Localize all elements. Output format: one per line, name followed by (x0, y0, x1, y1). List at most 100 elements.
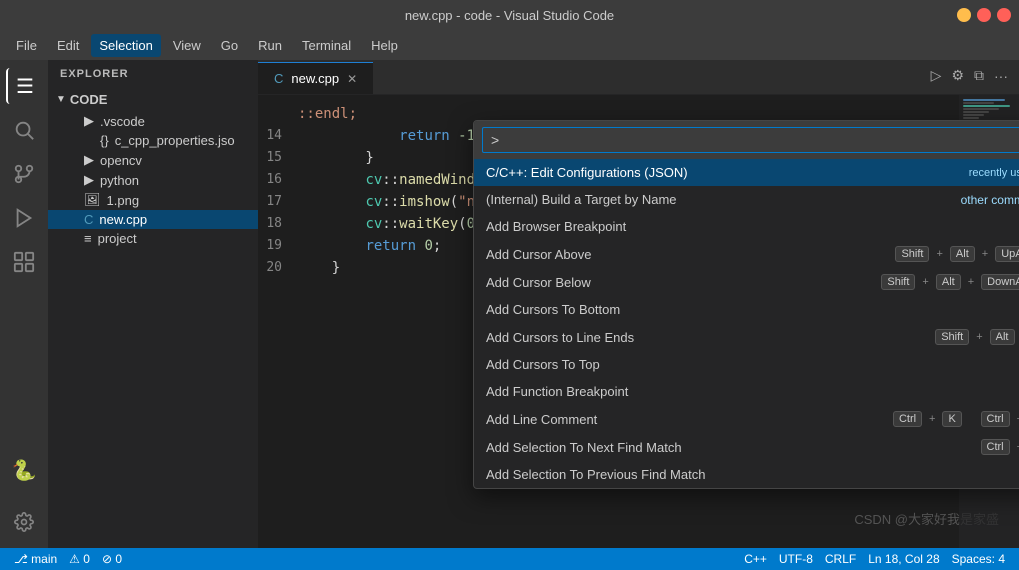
menu-selection[interactable]: Selection (91, 34, 160, 57)
sidebar-root[interactable]: ▼ CODE (48, 88, 258, 111)
main-area: ☰ 🐍 EXPLORER ▼ CODE ▶ .vscode {} c_ (0, 60, 1019, 548)
status-errors[interactable]: ⚠ 0 (63, 552, 96, 566)
cp-list: C/C++: Edit Configurations (JSON) recent… (474, 159, 1019, 488)
shortcut-alt: Alt (990, 329, 1015, 345)
cp-item-add-line-comment[interactable]: Add Line Comment Ctrl + K Ctrl + C (474, 405, 1019, 433)
extensions-icon[interactable] (6, 244, 42, 280)
cp-item-add-browser-breakpoint[interactable]: Add Browser Breakpoint (474, 213, 1019, 240)
shortcut-uparrow: UpArrow (995, 246, 1019, 262)
status-eol[interactable]: CRLF (819, 552, 862, 566)
editor-area: C new.cpp ✕ ▷ ⚙ ⧉ ··· ::endl; 14 re (258, 60, 1019, 548)
editor-toolbar: ▷ ⚙ ⧉ ··· (920, 60, 1019, 91)
sidebar-header: EXPLORER (48, 60, 258, 88)
mini-line (963, 117, 979, 119)
statusbar: ⎇ main ⚠ 0 ⊘ 0 C++ UTF-8 CRLF Ln 18, Col… (0, 548, 1019, 570)
mini-line (963, 111, 989, 113)
image-file-icon: 🖼 (84, 192, 101, 208)
cp-item-add-cursors-top[interactable]: Add Cursors To Top (474, 351, 1019, 378)
folder-icon: ▶ (84, 113, 94, 129)
cpp-file-icon: C (84, 212, 93, 227)
minimize-button[interactable] (957, 8, 971, 22)
settings-icon[interactable] (6, 504, 42, 540)
editor-tabs: C new.cpp ✕ ▷ ⚙ ⧉ ··· (258, 60, 1019, 95)
cp-input-row (474, 121, 1019, 159)
status-warnings[interactable]: ⊘ 0 (96, 552, 128, 566)
other-commands-badge: other commands (961, 193, 1019, 207)
titlebar: new.cpp - code - Visual Studio Code (0, 0, 1019, 30)
mini-line (963, 105, 1010, 107)
shortcut-downarrow: DownArrow (981, 274, 1019, 290)
sidebar-item-vscode[interactable]: ▶ .vscode (48, 111, 258, 131)
run-code-icon[interactable]: ▷ (928, 64, 945, 87)
mini-line (963, 102, 994, 104)
close-button[interactable] (997, 8, 1011, 22)
sidebar-item-1png[interactable]: 🖼 1.png (48, 190, 258, 210)
mini-line (963, 108, 999, 110)
mini-line (963, 114, 984, 116)
shortcut-ctrl2: Ctrl (981, 411, 1010, 427)
tab-close-icon[interactable]: ✕ (347, 72, 357, 86)
editor-tab-newcpp[interactable]: C new.cpp ✕ (258, 62, 373, 94)
python-icon[interactable]: 🐍 (6, 452, 42, 488)
shortcut-shift: Shift (935, 329, 969, 345)
sidebar-item-label: opencv (100, 153, 142, 168)
menu-go[interactable]: Go (213, 34, 246, 57)
shortcut-shift: Shift (895, 246, 929, 262)
menubar: File Edit Selection View Go Run Terminal… (0, 30, 1019, 60)
shortcut-alt: Alt (950, 246, 975, 262)
chevron-down-icon: ▼ (56, 94, 66, 105)
menu-terminal[interactable]: Terminal (294, 34, 359, 57)
settings-gear-icon[interactable]: ⚙ (948, 64, 967, 87)
sidebar-item-c-cpp-props[interactable]: {} c_cpp_properties.jso (48, 131, 258, 150)
sidebar-item-label: .vscode (100, 114, 145, 129)
search-icon[interactable] (6, 112, 42, 148)
shortcut-ctrl: Ctrl (981, 439, 1010, 455)
titlebar-controls (957, 8, 1011, 22)
cp-item-add-cursor-above[interactable]: Add Cursor Above Shift + Alt + UpArrow (474, 240, 1019, 268)
sidebar-item-label: 1.png (107, 193, 140, 208)
cpp-tab-icon: C (274, 71, 283, 86)
cp-item-add-cursors-bottom[interactable]: Add Cursors To Bottom (474, 296, 1019, 323)
cp-item-add-function-breakpoint[interactable]: Add Function Breakpoint (474, 378, 1019, 405)
maximize-button[interactable] (977, 8, 991, 22)
shortcut-k: K (942, 411, 961, 427)
menu-run[interactable]: Run (250, 34, 290, 57)
menu-file[interactable]: File (8, 34, 45, 57)
status-cursor[interactable]: Ln 18, Col 28 (862, 552, 945, 566)
command-palette-input[interactable] (482, 127, 1019, 153)
status-branch[interactable]: ⎇ main (8, 552, 63, 566)
sidebar-root-label: CODE (70, 92, 108, 107)
split-editor-icon[interactable]: ⧉ (971, 64, 987, 87)
sidebar-item-newcpp[interactable]: C new.cpp (48, 210, 258, 229)
sidebar-item-opencv[interactable]: ▶ opencv (48, 150, 258, 170)
menu-edit[interactable]: Edit (49, 34, 87, 57)
sidebar-item-python[interactable]: ▶ python (48, 170, 258, 190)
cp-item-build-target[interactable]: (Internal) Build a Target by Name other … (474, 186, 1019, 213)
status-language[interactable]: C++ (738, 552, 773, 566)
cp-item-add-cursor-below[interactable]: Add Cursor Below Shift + Alt + DownArrow (474, 268, 1019, 296)
folder-icon: ▶ (84, 172, 94, 188)
menu-view[interactable]: View (165, 34, 209, 57)
command-palette: C/C++: Edit Configurations (JSON) recent… (473, 120, 1019, 489)
cp-item-cc-edit-config[interactable]: C/C++: Edit Configurations (JSON) recent… (474, 159, 1019, 186)
mini-line (963, 99, 1005, 101)
shortcut-shift: Shift (881, 274, 915, 290)
cp-item-add-selection-prev[interactable]: Add Selection To Previous Find Match (474, 461, 1019, 488)
titlebar-title: new.cpp - code - Visual Studio Code (405, 8, 614, 23)
sidebar-item-project[interactable]: ≡ project (48, 229, 258, 248)
more-actions-icon[interactable]: ··· (991, 65, 1011, 87)
menu-help[interactable]: Help (363, 34, 406, 57)
status-spaces[interactable]: Spaces: 4 (946, 552, 1011, 566)
status-encoding[interactable]: UTF-8 (773, 552, 819, 566)
run-debug-icon[interactable] (6, 200, 42, 236)
folder-icon: ▶ (84, 152, 94, 168)
sidebar-item-label: python (100, 173, 139, 188)
cp-item-add-selection-next[interactable]: Add Selection To Next Find Match Ctrl + … (474, 433, 1019, 461)
sidebar-item-label: new.cpp (99, 212, 147, 227)
explorer-icon[interactable]: ☰ (6, 68, 42, 104)
cp-item-add-cursors-line-ends[interactable]: Add Cursors to Line Ends Shift + Alt + I (474, 323, 1019, 351)
sidebar-item-label: project (98, 231, 137, 246)
shortcut-alt: Alt (936, 274, 961, 290)
sidebar: EXPLORER ▼ CODE ▶ .vscode {} c_cpp_prope… (48, 60, 258, 548)
source-control-icon[interactable] (6, 156, 42, 192)
